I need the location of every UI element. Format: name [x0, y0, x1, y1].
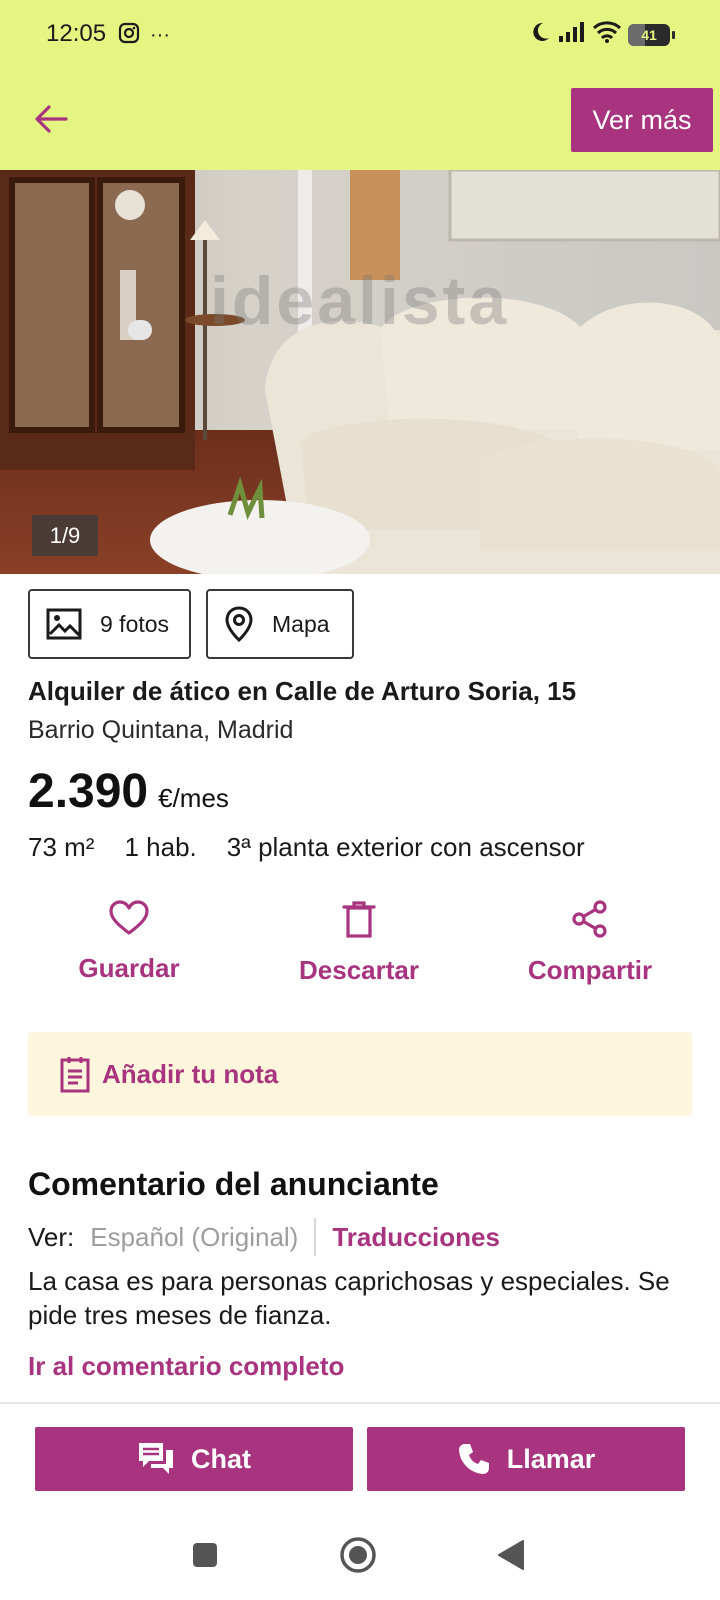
battery-icon: 41 [628, 23, 675, 46]
square-icon [192, 1542, 218, 1573]
back-button[interactable] [28, 98, 74, 144]
ver-mas-button[interactable]: Ver más [571, 88, 713, 152]
photos-button[interactable]: 9 fotos [28, 589, 191, 659]
signal-icon [558, 21, 586, 48]
comment-text: La casa es para personas caprichosas y e… [28, 1266, 670, 1330]
note-icon [60, 1055, 90, 1093]
app-bar: Ver más [0, 72, 720, 170]
language-selector: Ver: Español (Original) Traducciones [28, 1218, 500, 1256]
moon-icon [528, 20, 552, 49]
add-note-label: Añadir tu nota [102, 1058, 279, 1089]
original-language-option[interactable]: Español (Original) [90, 1222, 298, 1253]
phone-icon [457, 1442, 491, 1476]
triangle-back-icon [496, 1539, 526, 1576]
map-button-label: Mapa [272, 610, 330, 637]
share-icon [571, 900, 609, 943]
recent-apps-button[interactable] [190, 1542, 220, 1572]
price-unit: €/mes [158, 783, 229, 813]
more-dots: ··· [150, 24, 170, 46]
heart-icon [109, 900, 149, 941]
chat-icon [137, 1441, 175, 1477]
status-bar: 12:05 ··· 41 [0, 0, 720, 72]
map-pin-icon [224, 606, 254, 642]
arrow-left-icon [34, 104, 68, 139]
save-button[interactable]: Guardar [29, 900, 229, 984]
share-button[interactable]: Compartir [490, 900, 690, 986]
image-icon [46, 608, 82, 640]
listing-features: 73 m² 1 hab. 3ª planta exterior con asce… [28, 832, 585, 863]
full-comment-link[interactable]: Ir al comentario completo [28, 1351, 344, 1382]
watermark-logo: idealista [210, 263, 510, 339]
wifi-icon [592, 20, 622, 49]
view-label: Ver: [28, 1221, 75, 1252]
battery-level: 41 [641, 26, 657, 43]
language-divider [314, 1218, 317, 1256]
chat-label: Chat [191, 1443, 251, 1474]
add-note-button[interactable]: Añadir tu nota [28, 1032, 692, 1116]
listing-price: 2.390 €/mes [28, 764, 229, 819]
discard-button[interactable]: Descartar [259, 900, 459, 986]
chat-button[interactable]: Chat [35, 1427, 353, 1491]
share-label: Compartir [527, 955, 653, 985]
price-amount: 2.390 [28, 765, 149, 818]
trash-icon [342, 900, 376, 943]
status-right-icons: 41 [528, 20, 675, 49]
room-photo-image [0, 170, 720, 574]
discard-label: Descartar [299, 955, 419, 985]
status-left-icons: ··· [118, 22, 170, 49]
home-button[interactable] [337, 1536, 379, 1578]
circle-icon [338, 1535, 378, 1580]
save-label: Guardar [78, 953, 180, 983]
listing-location: Barrio Quintana, Madrid [28, 716, 294, 744]
bottom-divider [0, 1402, 720, 1404]
call-label: Llamar [506, 1443, 596, 1474]
listing-photo[interactable]: idealista [0, 170, 720, 574]
call-button[interactable]: Llamar [367, 1427, 685, 1491]
feature-floor: 3ª planta exterior con ascensor [226, 832, 585, 862]
listing-title: Alquiler de ático en Calle de Arturo Sor… [28, 676, 577, 706]
feature-rooms: 1 hab. [124, 832, 197, 862]
map-button[interactable]: Mapa [206, 589, 354, 659]
photos-button-label: 9 fotos [100, 610, 170, 637]
system-nav-bar [0, 1520, 720, 1600]
photo-counter: 1/9 [32, 515, 98, 556]
feature-size: 73 m² [28, 832, 95, 862]
instagram-icon [118, 22, 140, 49]
back-nav-button[interactable] [494, 1539, 528, 1576]
status-time: 12:05 [46, 20, 107, 47]
translations-option[interactable]: Traducciones [332, 1222, 500, 1253]
comment-section-title: Comentario del anunciante [28, 1166, 439, 1202]
